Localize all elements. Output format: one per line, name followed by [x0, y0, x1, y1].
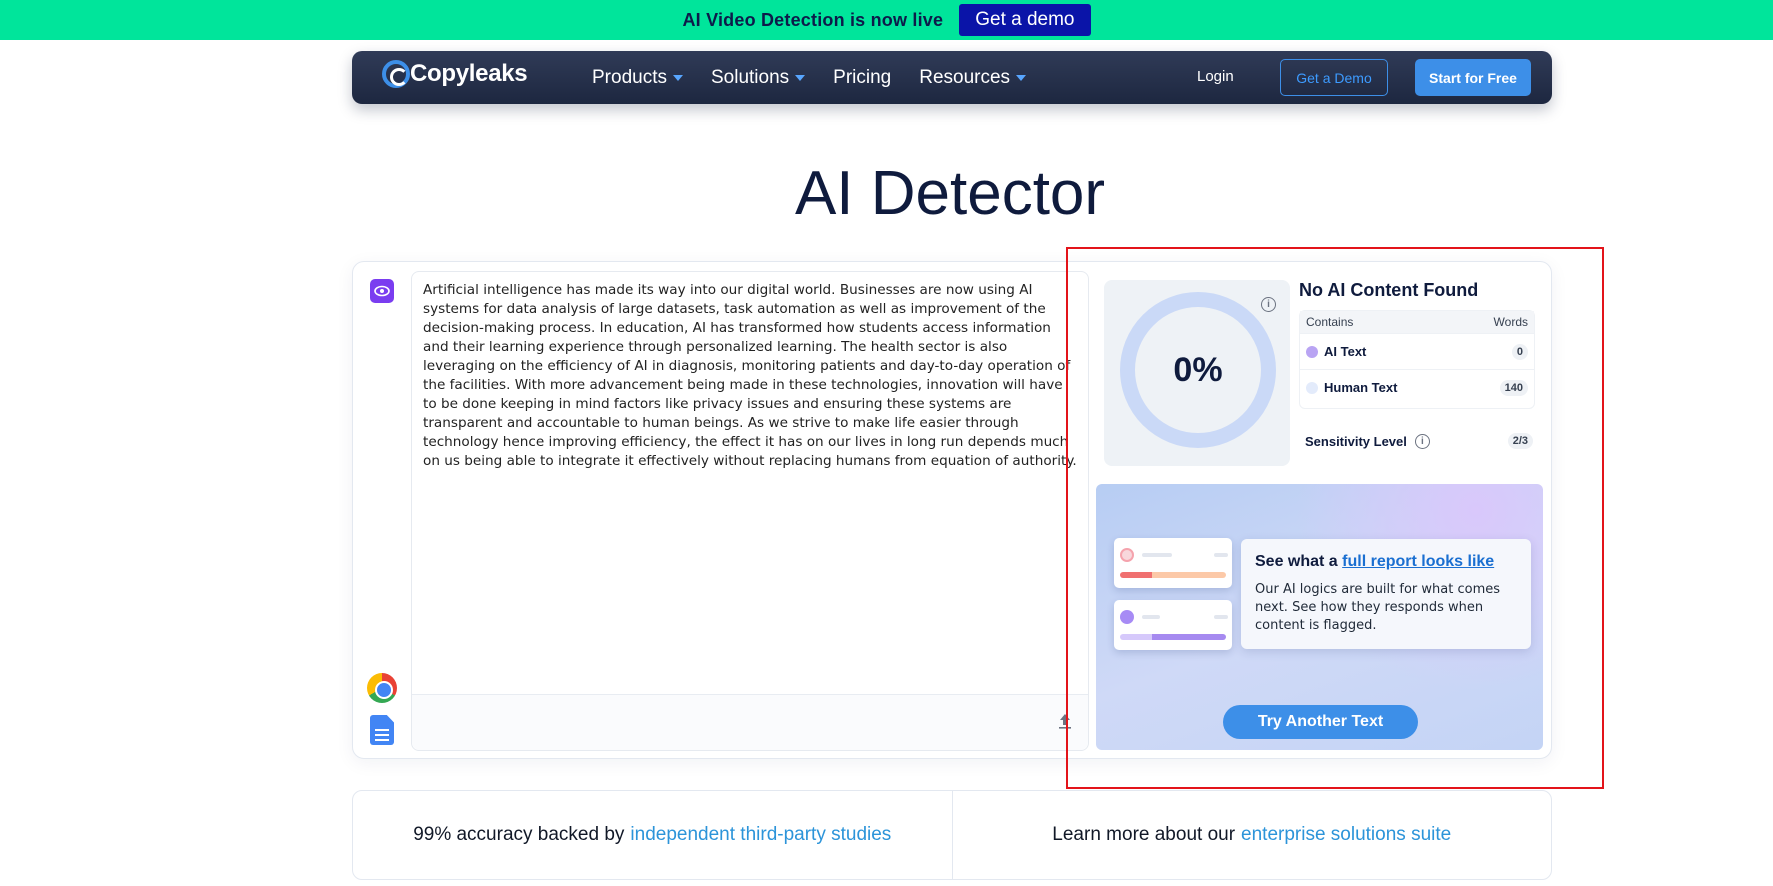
enterprise-text: Learn more about our	[1052, 824, 1236, 845]
accuracy-text: 99% accuracy backed by	[413, 824, 625, 845]
announcement-banner: AI Video Detection is now live Get a dem…	[0, 0, 1773, 40]
chevron-down-icon	[795, 74, 806, 81]
get-demo-button[interactable]: Get a Demo	[1280, 59, 1388, 96]
chevron-down-icon	[1016, 74, 1027, 81]
ai-score-value: 0%	[1173, 350, 1223, 389]
text-input-footer	[412, 694, 1088, 750]
banner-text: AI Video Detection is now live	[682, 9, 944, 30]
table-header: Contains Words	[1300, 311, 1534, 333]
logo-text: Copyleaks	[410, 60, 528, 87]
preview-bar	[1120, 634, 1226, 640]
sensitivity-label: Sensitivity Level	[1305, 433, 1407, 449]
accuracy-note: 99% accuracy backed by independent third…	[353, 791, 952, 879]
text-input-area[interactable]: Artificial intelligence has made its way…	[411, 271, 1089, 751]
eye-icon[interactable]	[370, 279, 394, 303]
preview-avatar	[1120, 610, 1134, 624]
preview-avatar	[1120, 548, 1134, 562]
preview-line	[1214, 615, 1228, 619]
input-text[interactable]: Artificial intelligence has made its way…	[423, 281, 1078, 471]
nav-item-products[interactable]: Products	[592, 67, 683, 89]
info-icon[interactable]: i	[1414, 433, 1430, 449]
preview-bar	[1120, 572, 1226, 578]
nav-item-label: Resources	[919, 66, 1011, 88]
main-navigation: Copyleaks Products Solutions Pricing Res…	[352, 51, 1552, 104]
content-breakdown-table: Contains Words AI Text 0 Human Text 140	[1299, 310, 1535, 409]
start-free-button[interactable]: Start for Free	[1415, 59, 1531, 96]
preview-line	[1142, 553, 1172, 557]
nav-item-label: Products	[592, 66, 667, 88]
header-words: Words	[1493, 315, 1528, 329]
promo-heading-prefix: See what a	[1255, 553, 1338, 570]
row-label: Human Text	[1324, 380, 1398, 395]
enterprise-note: Learn more about our enterprise solution…	[951, 791, 1552, 879]
table-row: AI Text 0	[1300, 333, 1534, 369]
copyleaks-logo[interactable]: Copyleaks	[382, 60, 528, 88]
nav-item-pricing[interactable]: Pricing	[833, 67, 891, 89]
report-preview-card	[1114, 600, 1232, 650]
sensitivity-value[interactable]: 2/3	[1507, 433, 1533, 449]
header-contains: Contains	[1306, 315, 1354, 329]
login-link[interactable]: Login	[1197, 68, 1234, 85]
info-icon[interactable]: i	[1261, 297, 1276, 312]
enterprise-link[interactable]: enterprise solutions suite	[1241, 824, 1451, 846]
full-report-link[interactable]: full report looks like	[1342, 553, 1494, 570]
promo-heading: See what a full report looks like	[1255, 553, 1517, 571]
get-demo-banner-button[interactable]: Get a demo	[959, 4, 1091, 36]
detector-card: Artificial intelligence has made its way…	[352, 261, 1552, 759]
nav-item-label: Solutions	[710, 66, 790, 88]
promo-description: Our AI logics are built for what comes n…	[1255, 582, 1501, 633]
google-docs-icon[interactable]	[370, 715, 394, 745]
nav-item-label: Pricing	[833, 66, 892, 88]
nav-item-solutions[interactable]: Solutions	[710, 66, 806, 89]
sensitivity-level: Sensitivity Level i 2/3	[1305, 433, 1533, 449]
upload-icon[interactable]	[1058, 713, 1072, 734]
info-bar: 99% accuracy backed by independent third…	[352, 790, 1552, 880]
chevron-down-icon	[672, 74, 683, 81]
table-row: Human Text 140	[1300, 369, 1534, 405]
nav-links: Products Solutions Pricing Resources	[592, 51, 1027, 104]
score-ring: 0%	[1120, 292, 1276, 448]
page-title: AI Detector	[794, 159, 1106, 228]
studies-link[interactable]: independent third-party studies	[630, 824, 891, 846]
row-count: 0	[1511, 343, 1528, 360]
row-label: AI Text	[1324, 344, 1367, 359]
promo-text-card: See what a full report looks like Our AI…	[1241, 539, 1531, 649]
nav-item-resources[interactable]: Resources	[919, 66, 1027, 89]
preview-line	[1214, 553, 1228, 557]
logo-icon	[382, 60, 410, 88]
try-another-text-button[interactable]: Try Another Text	[1223, 705, 1418, 739]
human-text-dot	[1306, 381, 1318, 394]
ai-text-dot	[1306, 345, 1318, 358]
ai-score-panel: 0% i	[1104, 280, 1290, 466]
chrome-extension-icon[interactable]	[367, 673, 397, 703]
full-report-promo: See what a full report looks like Our AI…	[1096, 484, 1543, 750]
result-title: No AI Content Found	[1299, 280, 1479, 300]
preview-line	[1142, 615, 1160, 619]
row-count: 140	[1499, 379, 1528, 396]
report-preview-card	[1114, 538, 1232, 588]
